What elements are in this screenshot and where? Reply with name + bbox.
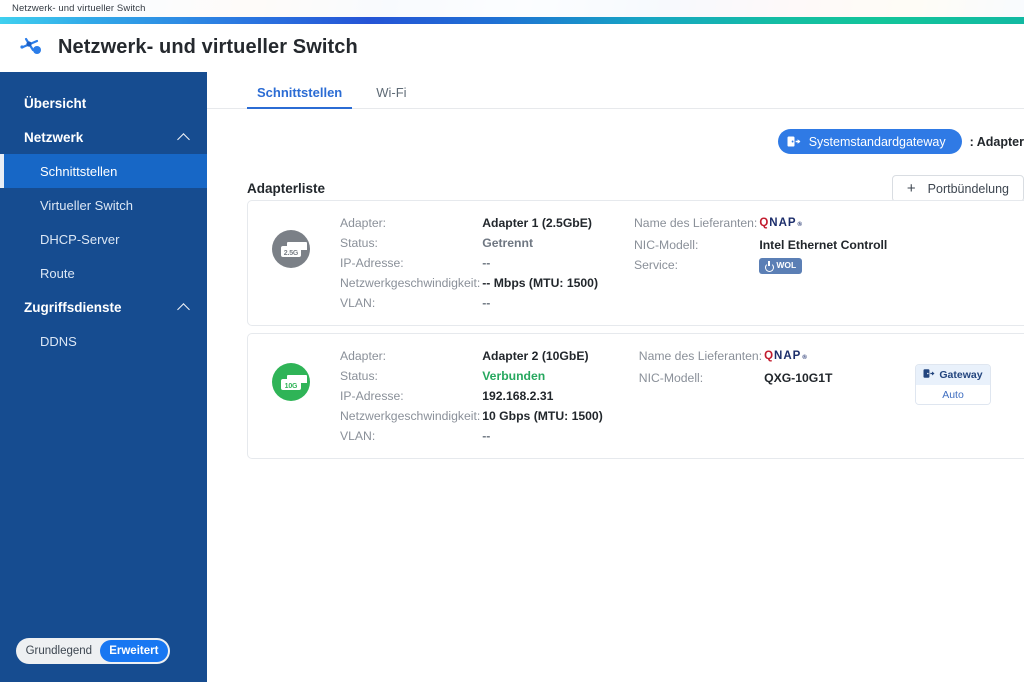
accent-gradient-strip [0,17,1024,24]
adapter-list-title: Adapterliste [247,181,326,196]
chevron-up-icon [178,131,191,144]
page-title: Netzwerk- und virtueller Switch [58,36,358,58]
label-vlan: VLAN: [340,429,376,443]
mode-toggle[interactable]: Grundlegend Erweitert [16,638,170,664]
nic-speed-badge-2.5g: 2.5G [272,230,310,268]
sidebar-item-label: Virtueller Switch [40,197,133,213]
tab-label: Schnittstellen [257,85,343,100]
label-ip-address: IP-Adresse: [340,389,404,403]
label-nic-model: NIC-Modell: [634,238,699,252]
window-title-text: Netzwerk- und virtueller Switch [12,3,146,14]
adapter-list-header: Adapterliste + Portbündelung [247,175,1024,202]
adapter-list: 2.5G Adapter: Adapter 1 (2.5GbE) Status:… [247,200,1024,466]
label-network-speed: Netzwerkgeschwindigkeit: [340,276,481,290]
value-adapter: Adapter 2 (10GbE) [482,349,589,363]
gateway-indicator-mode: Auto [916,385,990,404]
sidebar-item-label: DHCP-Server [40,231,120,247]
qnap-logo: Q NAP ® [764,350,808,362]
sidebar-group-netzwerk[interactable]: Netzwerk [0,120,207,154]
wol-badge-label: WOL [776,260,797,270]
adapter-info-left: Adapter: Adapter 1 (2.5GbE) Status: Getr… [340,214,598,312]
label-vendor: Name des Lieferanten: [638,349,763,363]
system-default-gateway-chip[interactable]: Systemstandardgateway [777,129,962,154]
value-status: Getrennt [482,236,534,250]
content-area: Schnittstellen Wi-Fi Systemstandardgatew… [207,72,1024,682]
gateway-indicator-box[interactable]: Gateway Auto [915,364,991,405]
value-ip-address: 192.168.2.31 [482,389,554,403]
sidebar-item-virtueller-switch[interactable]: Virtueller Switch [0,188,207,222]
sidebar-item-label: Route [40,265,75,281]
window-titlebar: Netzwerk- und virtueller Switch [0,0,1024,17]
label-nic-model: NIC-Modell: [638,371,704,385]
label-service: Service: [634,258,679,272]
value-ip-address: -- [482,256,491,270]
value-service: WOL [757,256,887,275]
sidebar-group-label: Zugriffsdienste [24,299,122,315]
mode-toggle-basic[interactable]: Grundlegend [18,640,100,662]
sidebar-item-route[interactable]: Route [0,256,207,290]
gateway-selected-adapter-label: : Adapter [969,134,1024,149]
sidebar-item-ddns[interactable]: DDNS [0,324,207,358]
label-status: Status: [340,236,378,250]
sidebar-group-uebersicht[interactable]: Übersicht [0,86,207,120]
value-adapter: Adapter 1 (2.5GbE) [482,216,592,230]
value-vlan: -- [482,296,491,310]
label-adapter: Adapter: [340,349,387,363]
sidebar-item-schnittstellen[interactable]: Schnittstellen [0,154,207,188]
label-adapter: Adapter: [340,216,387,230]
value-status: Verbunden [482,369,546,383]
label-status: Status: [340,369,378,383]
plus-icon: + [906,180,916,197]
mode-toggle-advanced[interactable]: Erweitert [99,640,168,662]
wol-badge[interactable]: WOL [759,258,803,274]
port-trunking-label: Portbündelung [927,181,1009,196]
label-ip-address: IP-Adresse: [340,256,404,270]
value-vlan: -- [482,429,491,443]
gateway-indicator-title: Gateway [939,369,983,381]
tab-schnittstellen[interactable]: Schnittstellen [247,85,353,109]
tab-wifi[interactable]: Wi-Fi [366,85,416,108]
adapter-info-left: Adapter: Adapter 2 (10GbE) Status: Verbu… [340,347,603,445]
adapter-row[interactable]: 2.5G Adapter: Adapter 1 (2.5GbE) Status:… [247,200,1024,326]
sidebar-item-label: Schnittstellen [40,163,118,179]
chevron-up-icon [178,301,191,314]
value-network-speed: 10 Gbps (MTU: 1500) [482,409,603,423]
nic-speed-label: 2.5G [283,250,299,257]
network-switch-icon [18,34,44,61]
gateway-icon [923,368,935,382]
gateway-chip-label: Systemstandardgateway [808,134,946,149]
label-network-speed: Netzwerkgeschwindigkeit: [340,409,481,423]
nic-speed-badge-10g: 10G [272,363,310,401]
port-trunking-button[interactable]: + Portbündelung [891,175,1024,202]
sidebar-item-dhcp-server[interactable]: DHCP-Server [0,222,207,256]
qnap-logo: Q NAP ® [759,217,803,229]
label-vendor: Name des Lieferanten: [634,216,758,230]
nic-speed-label: 10G [284,383,298,390]
sidebar-item-label: DDNS [40,333,77,349]
adapter-info-right: Name des Lieferanten: Q NAP ® NIC-Modell: … [639,347,833,387]
app-body: Übersicht Netzwerk Schnittstellen Virtue… [0,72,1024,682]
tab-bar: Schnittstellen Wi-Fi [207,72,1024,109]
sidebar-group-label: Netzwerk [24,129,84,145]
gateway-icon [787,135,801,148]
adapter-info-right: Name des Lieferanten: Q NAP ® NIC-Modell: … [634,214,887,275]
value-nic-model: QXG-10G1T [764,371,833,385]
gateway-indicator-title-row: Gateway [916,365,990,385]
sidebar-group-label: Übersicht [24,95,87,111]
value-network-speed: -- Mbps (MTU: 1500) [482,276,598,290]
app-window: Netzwerk- und virtueller Switch Netzwerk… [0,0,1024,682]
sidebar: Übersicht Netzwerk Schnittstellen Virtue… [0,72,207,682]
label-vlan: VLAN: [340,296,376,310]
adapter-row[interactable]: 10G Adapter: Adapter 2 (10GbE) Status: V… [247,333,1024,459]
power-icon [765,261,775,272]
tab-label: Wi-Fi [376,85,407,100]
mode-toggle-wrapper: Grundlegend Erweitert [0,638,207,682]
app-header: Netzwerk- und virtueller Switch [0,24,1024,72]
value-nic-model: Intel Ethernet Controll [759,238,888,252]
sidebar-group-zugriffsdienste[interactable]: Zugriffsdienste [0,290,207,324]
system-default-gateway-row: Systemstandardgateway : Adapter [777,129,1024,154]
